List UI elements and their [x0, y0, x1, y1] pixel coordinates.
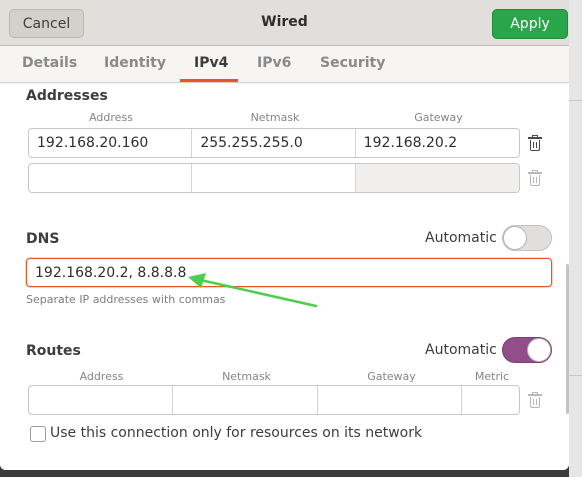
- address-row: 192.168.20.160 255.255.255.0 192.168.20.…: [28, 128, 520, 158]
- addresses-col-address: Address: [89, 111, 133, 124]
- addresses-title: Addresses: [26, 88, 108, 104]
- netmask-field[interactable]: [192, 164, 356, 192]
- route-metric-field[interactable]: [462, 386, 519, 414]
- active-tab-indicator: [180, 79, 238, 82]
- dns-automatic-toggle[interactable]: [502, 225, 552, 251]
- routes-col-metric: Metric: [474, 370, 510, 383]
- addresses-col-netmask: Netmask: [250, 111, 300, 124]
- address-field[interactable]: [29, 164, 193, 192]
- route-gateway-field[interactable]: [318, 386, 463, 414]
- toggle-knob: [527, 338, 551, 362]
- trash-icon: [528, 170, 542, 186]
- background-window-edge: [569, 0, 582, 477]
- gateway-field[interactable]: 192.168.20.2: [356, 129, 519, 157]
- tab-ipv6[interactable]: IPv6: [257, 55, 291, 71]
- routes-automatic-label: Automatic: [425, 342, 497, 358]
- route-address-field[interactable]: [29, 386, 174, 414]
- wired-settings-dialog: Cancel Wired Apply Details Identity IPv4…: [0, 0, 569, 470]
- netmask-field[interactable]: 255.255.255.0: [192, 129, 356, 157]
- addresses-col-gateway: Gateway: [414, 111, 463, 124]
- tab-identity[interactable]: Identity: [104, 55, 166, 71]
- routes-col-netmask: Netmask: [222, 370, 271, 383]
- header-bar: Cancel Wired Apply: [0, 0, 569, 46]
- vertical-scrollbar[interactable]: [566, 264, 569, 414]
- dns-servers-input[interactable]: 192.168.20.2, 8.8.8.8: [26, 258, 552, 287]
- route-netmask-field[interactable]: [173, 386, 318, 414]
- route-row: [28, 385, 520, 415]
- routes-title: Routes: [26, 343, 81, 359]
- dns-hint: Separate IP addresses with commas: [26, 293, 226, 306]
- apply-button[interactable]: Apply: [492, 9, 568, 39]
- trash-icon[interactable]: [528, 135, 542, 151]
- tab-bar: Details Identity IPv4 IPv6 Security: [0, 46, 569, 83]
- routes-automatic-toggle[interactable]: [502, 337, 552, 363]
- address-row-empty: [28, 163, 520, 193]
- address-field[interactable]: 192.168.20.160: [29, 129, 193, 157]
- only-resources-label: Use this connection only for resources o…: [50, 425, 423, 441]
- tab-security[interactable]: Security: [320, 55, 385, 71]
- ipv4-settings-panel: Addresses Address Netmask Gateway 192.16…: [0, 84, 569, 470]
- dns-automatic-label: Automatic: [425, 230, 497, 246]
- routes-col-gateway: Gateway: [367, 370, 416, 383]
- only-resources-checkbox[interactable]: [30, 426, 46, 442]
- dns-title: DNS: [26, 231, 60, 247]
- gateway-field: [355, 164, 519, 192]
- tab-details[interactable]: Details: [22, 55, 77, 71]
- routes-col-address: Address: [79, 370, 124, 383]
- dialog-title: Wired: [261, 14, 308, 30]
- trash-icon: [528, 392, 542, 408]
- tab-ipv4[interactable]: IPv4: [194, 55, 228, 71]
- toggle-knob: [503, 226, 527, 250]
